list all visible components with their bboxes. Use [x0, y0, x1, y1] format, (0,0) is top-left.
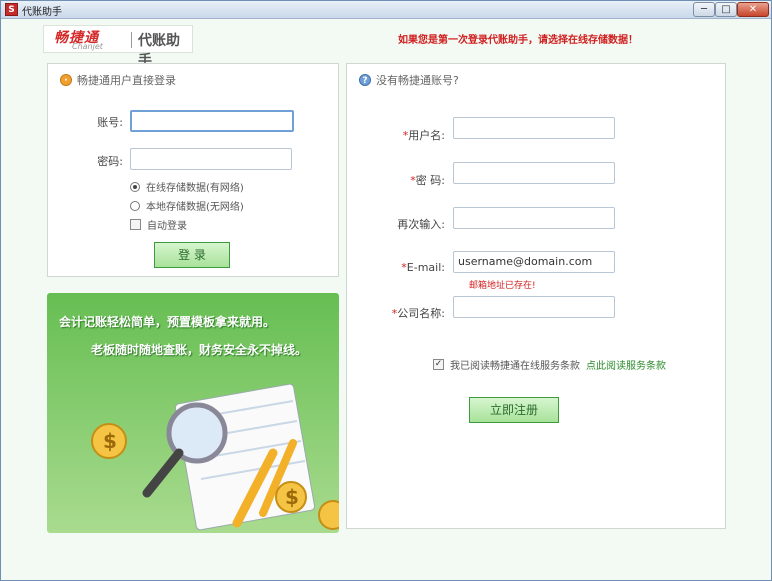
email-error: 邮箱地址已存在!	[469, 281, 536, 291]
username-label-text: 用户名:	[408, 129, 445, 142]
email-label: *E-mail:	[401, 261, 445, 274]
logo-sub: Chanjet	[72, 42, 103, 51]
maximize-button[interactable]: □	[715, 2, 737, 17]
account-input[interactable]	[130, 110, 294, 132]
password-label: 密码:	[97, 155, 123, 168]
login-panel: · 畅捷通用户直接登录 账号: 密码: 在线存储数据(有网络) 本地存储数据(无…	[47, 63, 339, 277]
brand-divider	[131, 32, 132, 48]
online-storage-option[interactable]: 在线存储数据(有网络)	[130, 179, 244, 194]
reg-password-input[interactable]	[453, 162, 615, 184]
agree-terms-option[interactable]: ✓ 我已阅读畅捷通在线服务条款 点此阅读服务条款	[433, 357, 666, 372]
window-title: 代账助手	[22, 7, 62, 18]
local-label: 本地存储数据(无网络)	[146, 202, 244, 213]
notepad-illustration: $ $	[91, 383, 339, 531]
minimize-button[interactable]: ─	[693, 2, 715, 17]
local-storage-option[interactable]: 本地存储数据(无网络)	[130, 198, 244, 213]
password-input[interactable]	[130, 148, 292, 170]
confirm-input[interactable]	[453, 207, 615, 229]
auto-login-label: 自动登录	[147, 221, 187, 232]
username-input[interactable]	[453, 117, 615, 139]
auto-login-checkbox[interactable]	[130, 219, 141, 230]
top-hint: 如果您是第一次登录代账助手，请选择在线存储数据！	[398, 35, 638, 46]
login-heading-text: 畅捷通用户直接登录	[77, 74, 176, 87]
username-label: *用户名:	[402, 129, 445, 142]
svg-text:$: $	[103, 429, 117, 453]
register-heading: ? 没有畅捷通账号?	[359, 72, 459, 88]
company-label-text: 公司名称:	[397, 307, 445, 320]
company-label: *公司名称:	[391, 307, 445, 320]
agree-text: 我已阅读畅捷通在线服务条款	[450, 361, 580, 372]
brand-logo: 畅捷通 Chanjet 代账助手	[43, 25, 193, 69]
register-button[interactable]: 立即注册	[469, 397, 559, 423]
confirm-label: 再次输入:	[397, 218, 445, 231]
account-label: 账号:	[97, 116, 123, 129]
svg-text:$: $	[285, 485, 299, 509]
title-bar[interactable]: S 代账助手 ─ □ ✕	[1, 1, 771, 19]
company-input[interactable]	[453, 296, 615, 318]
question-icon: ?	[359, 74, 371, 86]
online-radio[interactable]	[130, 181, 140, 192]
online-label: 在线存储数据(有网络)	[146, 183, 244, 194]
app-icon: S	[5, 3, 18, 16]
terms-link[interactable]: 点此阅读服务条款	[586, 357, 666, 372]
local-radio[interactable]	[130, 200, 140, 211]
app-window: S 代账助手 ─ □ ✕ 畅捷通 Chanjet 代账助手 如果您是第一次登录代…	[0, 0, 772, 581]
auto-login-option[interactable]: 自动登录	[130, 217, 187, 232]
promo-banner: 会计记账轻松简单，预置模板拿来就用。 老板随时随地查账，财务安全永不掉线。 $	[47, 293, 339, 533]
agree-checkbox[interactable]: ✓	[433, 359, 444, 370]
register-panel: ? 没有畅捷通账号? *用户名: *密 码: 再次输入: *E-mail: us…	[346, 63, 726, 529]
login-heading: · 畅捷通用户直接登录	[60, 72, 176, 88]
login-button[interactable]: 登 录	[154, 242, 230, 268]
close-button[interactable]: ✕	[737, 2, 769, 17]
gear-icon: ·	[60, 74, 72, 86]
reg-password-label: *密 码:	[410, 174, 445, 187]
reg-password-label-text: 密 码:	[415, 174, 445, 187]
register-heading-text: 没有畅捷通账号?	[376, 74, 459, 87]
email-input[interactable]: username@domain.com	[453, 251, 615, 273]
email-label-text: E-mail:	[406, 261, 445, 274]
